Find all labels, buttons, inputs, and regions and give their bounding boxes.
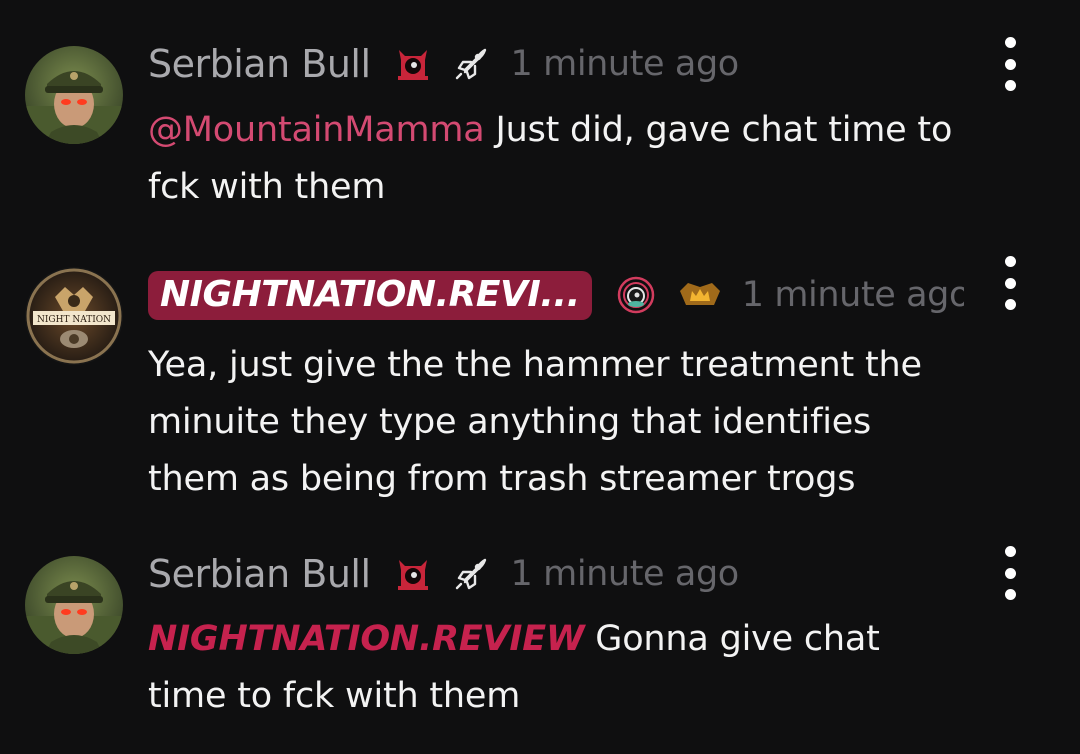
more-options-button[interactable] — [995, 37, 1025, 91]
more-options-button[interactable] — [995, 256, 1025, 310]
kebab-dot-icon — [1004, 256, 1016, 267]
demon-badge-icon[interactable] — [393, 44, 433, 84]
timestamp: 1 minute ago — [510, 554, 740, 594]
message-header: Serbian Bull 1 minute ago — [148, 34, 739, 94]
kebab-dot-icon — [1004, 546, 1016, 557]
avatar[interactable]: NIGHT NATION — [25, 267, 123, 365]
night-nation-logo: NIGHT NATION — [25, 267, 123, 365]
message-body: Yea, just give the the hammer treatment … — [148, 337, 948, 508]
kebab-dot-icon — [1004, 589, 1016, 600]
message-header: Serbian Bull 1 minute ago — [148, 544, 739, 604]
username-highlight-pill[interactable]: NIGHTNATION.REVI... — [148, 270, 592, 320]
kebab-dot-icon — [1004, 277, 1016, 289]
kebab-dot-icon — [1004, 80, 1016, 91]
rocket-badge-icon[interactable] — [451, 44, 491, 84]
more-options-button[interactable] — [995, 546, 1025, 600]
message-body: @MountainMamma Just did, gave chat time … — [148, 102, 988, 216]
username[interactable]: Serbian Bull — [148, 42, 371, 86]
avatar[interactable] — [25, 46, 123, 144]
message-header: NIGHTNATION.REVI... 1 minute ago — [148, 265, 964, 325]
kebab-dot-icon — [1004, 567, 1016, 579]
avatar[interactable] — [25, 556, 123, 654]
crown-badge-icon[interactable] — [678, 275, 720, 315]
timestamp: 1 minute ago — [741, 275, 964, 315]
rocket-badge-icon[interactable] — [451, 554, 491, 594]
message-body: NIGHTNATION.REVIEW Gonna give chat time … — [148, 611, 948, 725]
kebab-dot-icon — [1004, 58, 1016, 70]
username[interactable]: Serbian Bull — [148, 552, 371, 596]
kebab-dot-icon — [1004, 299, 1016, 310]
soldier-avatar-image — [25, 556, 123, 654]
logo-text: NIGHT NATION — [37, 315, 111, 325]
message-text: Yea, just give the the hammer treatment … — [148, 345, 922, 499]
kebab-dot-icon — [1004, 37, 1016, 48]
mention-link[interactable]: @MountainMamma — [148, 110, 485, 150]
demon-badge-icon[interactable] — [393, 554, 433, 594]
soldier-avatar-image — [25, 46, 123, 144]
timestamp: 1 minute ago — [510, 44, 740, 84]
broadcaster-badge-icon[interactable] — [616, 275, 656, 315]
mention-link[interactable]: NIGHTNATION.REVIEW — [148, 619, 585, 659]
